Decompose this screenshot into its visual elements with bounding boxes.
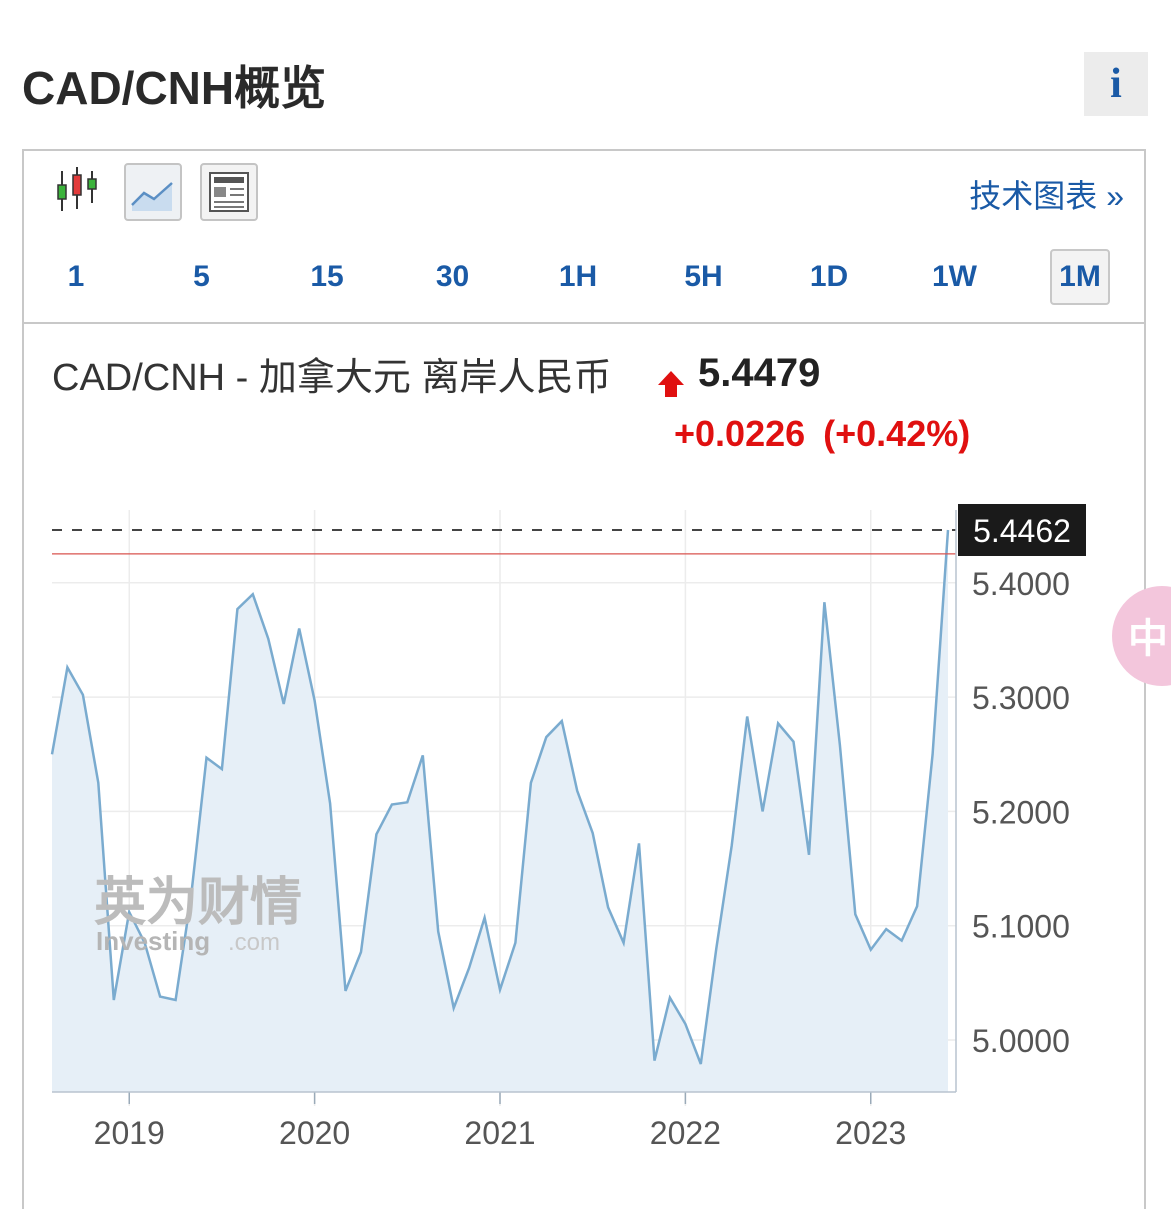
watermark-sub: Investing — [96, 926, 210, 956]
current-label-text: 5.4462 — [973, 513, 1071, 549]
x-tick-label: 2020 — [279, 1115, 350, 1151]
watermark-domain: .com — [228, 929, 280, 956]
y-tick-label: 5.4000 — [972, 566, 1070, 602]
x-tick-label: 2019 — [94, 1115, 165, 1151]
watermark-brand: 英为财情 — [94, 873, 302, 933]
x-tick-label: 2021 — [464, 1115, 535, 1151]
side-badge-text: 中 — [1128, 617, 1168, 661]
y-tick-label: 5.0000 — [972, 1023, 1070, 1059]
x-tick-label: 2022 — [650, 1115, 721, 1151]
price-chart[interactable]: 英为财情 Investing .com 5.0000 5.1000 5.2000 5.… — [0, 0, 1171, 1200]
watermark-logo: 英为财情 Investing .com — [94, 873, 302, 956]
x-tick-label: 2023 — [835, 1115, 906, 1151]
y-tick-label: 5.3000 — [972, 680, 1070, 716]
y-tick-label: 5.1000 — [972, 909, 1070, 945]
y-tick-label: 5.2000 — [972, 794, 1070, 830]
current-price-label: 5.4462 — [958, 503, 1086, 556]
